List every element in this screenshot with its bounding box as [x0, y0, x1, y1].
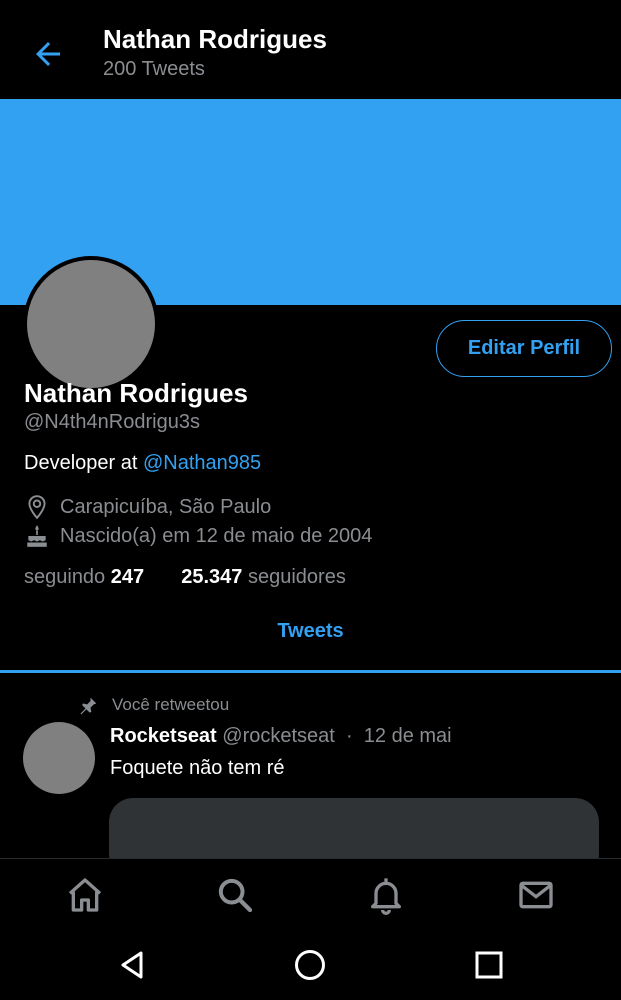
tweet-author-handle: @rocketseat: [222, 725, 335, 747]
retweet-label: Você retweetou: [112, 695, 230, 714]
back-triangle-icon[interactable]: [114, 947, 150, 983]
tweet-separator: ·: [345, 725, 353, 747]
header-title: Nathan Rodrigues: [103, 24, 327, 54]
follow-stats: seguindo 247 25.347 seguidores: [24, 566, 346, 589]
location-text: Carapicuíba, São Paulo: [60, 495, 272, 518]
tweet-author-avatar[interactable]: [23, 722, 95, 794]
recents-square-icon[interactable]: [471, 947, 507, 983]
top-app-bar: Nathan Rodrigues 200 Tweets: [0, 0, 621, 99]
followers-label: seguidores: [247, 566, 346, 588]
tab-tweets[interactable]: Tweets: [0, 620, 621, 643]
edit-profile-button[interactable]: Editar Perfil: [436, 320, 612, 377]
search-icon[interactable]: [215, 875, 255, 915]
bottom-navigation: [0, 858, 621, 931]
profile-avatar[interactable]: [23, 256, 159, 392]
location-pin-icon: [28, 495, 46, 520]
tweet-count: 200 Tweets: [103, 58, 205, 80]
tweet-date: 12 de mai: [363, 725, 452, 747]
pin-icon: [80, 697, 97, 715]
followers-count: 25.347: [181, 566, 243, 588]
tweet-text: Foquete não tem ré: [110, 757, 285, 779]
bell-icon[interactable]: [366, 875, 406, 915]
tweet-author-name[interactable]: Rocketseat: [110, 725, 217, 747]
location-row: Carapicuíba, São Paulo: [24, 494, 271, 520]
profile-name: Nathan Rodrigues: [24, 378, 248, 408]
bio-mention-link[interactable]: @Nathan985: [143, 452, 261, 474]
mail-icon[interactable]: [516, 875, 556, 915]
home-icon[interactable]: [65, 875, 105, 915]
tab-indicator: [0, 670, 621, 673]
home-circle-icon[interactable]: [292, 947, 328, 983]
birthday-text: Nascido(a) em 12 de maio de 2004: [60, 524, 373, 547]
profile-handle: @N4th4nRodrigu3s: [24, 411, 200, 433]
system-navigation-bar: [0, 930, 621, 1000]
following-label: seguindo: [24, 566, 106, 588]
bio-text: Developer at: [24, 452, 143, 474]
profile-bio: Developer at @Nathan985: [24, 452, 261, 475]
tweet-header: Rocketseat @rocketseat · 12 de mai: [110, 725, 452, 748]
following-link[interactable]: seguindo 247: [24, 566, 144, 588]
arrow-left-icon[interactable]: [30, 36, 66, 72]
following-count: 247: [110, 566, 145, 588]
birthday-row: Nascido(a) em 12 de maio de 2004: [24, 523, 372, 549]
followers-link[interactable]: 25.347 seguidores: [181, 566, 346, 588]
birthday-cake-icon: [27, 525, 47, 547]
